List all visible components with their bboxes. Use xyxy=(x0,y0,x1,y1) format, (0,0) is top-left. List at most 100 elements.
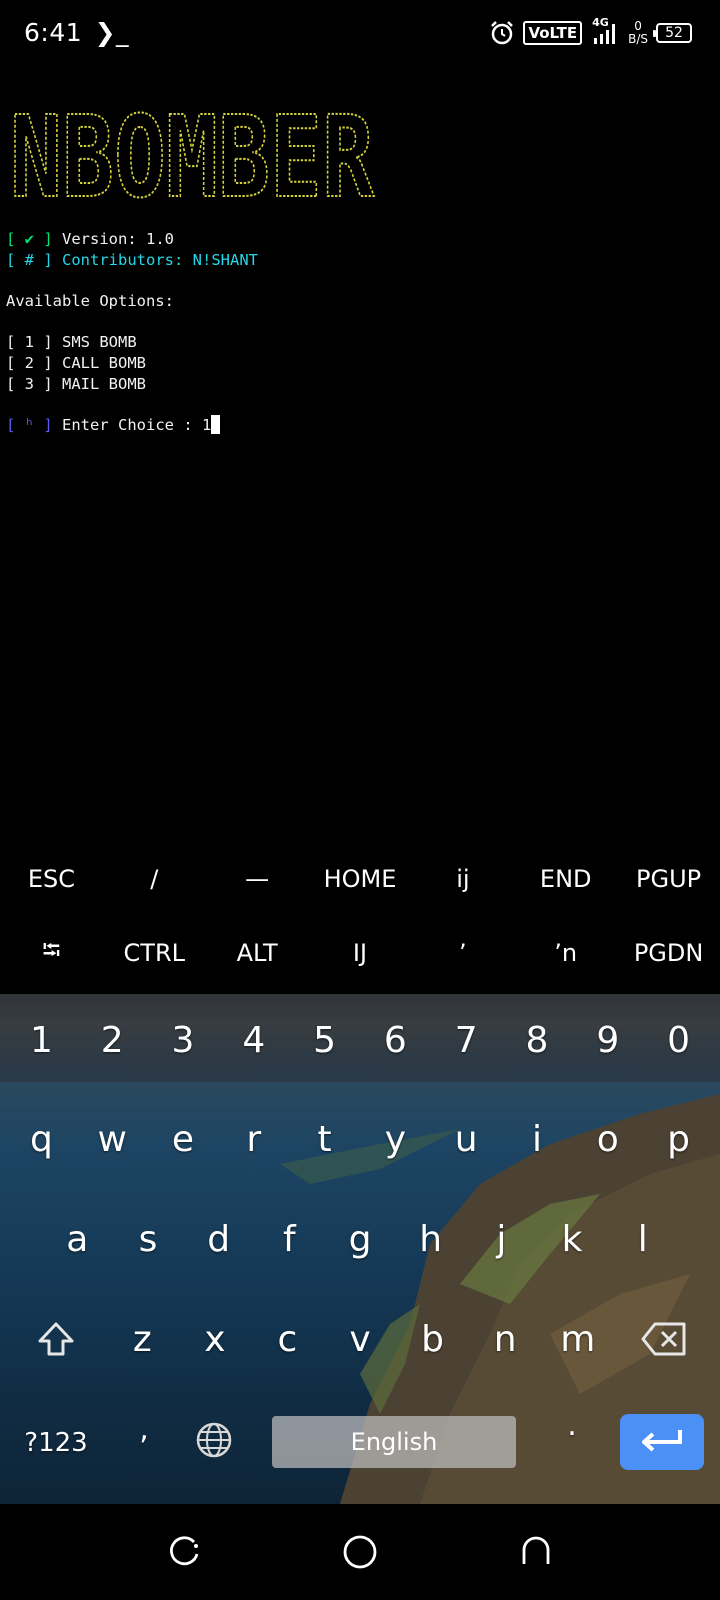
home-circle-icon xyxy=(343,1535,377,1569)
option-label: CALL BOMB xyxy=(62,354,147,373)
pgup-key[interactable]: PGUP xyxy=(617,865,720,893)
key-3[interactable]: 3 xyxy=(148,1020,219,1061)
alt-key[interactable]: ALT xyxy=(206,939,309,967)
key-p[interactable]: p xyxy=(643,1119,714,1160)
key-g[interactable]: g xyxy=(325,1219,396,1260)
key-v[interactable]: v xyxy=(324,1319,397,1360)
shift-key[interactable] xyxy=(6,1319,106,1359)
home-button[interactable] xyxy=(340,1532,380,1572)
key-f[interactable]: f xyxy=(254,1219,325,1260)
key-9[interactable]: 9 xyxy=(572,1020,643,1061)
globe-icon xyxy=(196,1422,232,1458)
backspace-icon xyxy=(641,1322,686,1356)
recents-icon xyxy=(170,1536,199,1566)
letter-row-2: a s d f g h j k l xyxy=(0,1196,720,1282)
left-arrow-key[interactable]: Ĳ xyxy=(309,939,412,967)
version-line: [ ✔ ] Version: 1.0 xyxy=(6,229,716,250)
key-5[interactable]: 5 xyxy=(289,1020,360,1061)
key-u[interactable]: u xyxy=(431,1119,502,1160)
key-n[interactable]: n xyxy=(469,1319,542,1360)
navigation-bar xyxy=(0,1504,720,1600)
key-z[interactable]: z xyxy=(106,1319,179,1360)
terminal-notification-icon: ❯_ xyxy=(94,18,130,47)
key-k[interactable]: k xyxy=(537,1219,608,1260)
letter-row-1: q w e r t y u i o p xyxy=(0,1096,720,1182)
key-b[interactable]: b xyxy=(396,1319,469,1360)
language-key[interactable] xyxy=(194,1420,238,1464)
key-d[interactable]: d xyxy=(183,1219,254,1260)
volte-badge: VoLTE xyxy=(523,21,583,45)
key-y[interactable]: y xyxy=(360,1119,431,1160)
option-tag: [ 3 ] xyxy=(6,374,53,393)
battery-icon: 52 xyxy=(653,23,692,43)
backspace-key[interactable] xyxy=(614,1321,714,1357)
enter-key[interactable] xyxy=(620,1414,704,1470)
prompt-text: Enter Choice : xyxy=(62,416,202,435)
option-line: [ 3 ] MAIL BOMB xyxy=(6,374,716,395)
key-6[interactable]: 6 xyxy=(360,1020,431,1061)
prompt-line[interactable]: [ ʰ ] Enter Choice : 1 xyxy=(6,415,716,436)
version-tag: [ ✔ ] xyxy=(6,230,53,248)
key-q[interactable]: q xyxy=(6,1119,77,1160)
extra-keys-row-2: ⭾ CTRL ALT Ĳ ʼ ʼn PGDN xyxy=(0,916,720,990)
key-m[interactable]: m xyxy=(541,1319,614,1360)
prompt-tag: [ ʰ ] xyxy=(6,416,53,435)
esc-key[interactable]: ESC xyxy=(0,865,103,893)
dash-key[interactable]: — xyxy=(206,865,309,893)
key-w[interactable]: w xyxy=(77,1119,148,1160)
recents-button[interactable] xyxy=(164,1532,204,1572)
key-r[interactable]: r xyxy=(218,1119,289,1160)
key-o[interactable]: o xyxy=(572,1119,643,1160)
key-e[interactable]: e xyxy=(148,1119,219,1160)
key-i[interactable]: i xyxy=(502,1119,573,1160)
key-t[interactable]: t xyxy=(289,1119,360,1160)
key-c[interactable]: c xyxy=(251,1319,324,1360)
end-key[interactable]: END xyxy=(514,865,617,893)
ctrl-key[interactable]: CTRL xyxy=(103,939,206,967)
key-x[interactable]: x xyxy=(179,1319,252,1360)
key-2[interactable]: 2 xyxy=(77,1020,148,1061)
version-text: Version: 1.0 xyxy=(62,230,174,248)
key-a[interactable]: a xyxy=(42,1219,113,1260)
key-1[interactable]: 1 xyxy=(6,1020,77,1061)
key-l[interactable]: l xyxy=(607,1219,678,1260)
status-icons: VoLTE 4G 0 B/S 52 xyxy=(489,16,692,50)
key-s[interactable]: s xyxy=(113,1219,184,1260)
extra-keys-row-1: ESC / — HOME ĳ END PGUP xyxy=(0,842,720,916)
key-4[interactable]: 4 xyxy=(218,1020,289,1061)
status-bar: 6:41 ❯_ VoLTE 4G 0 B/S 52 xyxy=(0,0,720,66)
up-arrow-key[interactable]: ĳ xyxy=(411,865,514,893)
key-8[interactable]: 8 xyxy=(502,1020,573,1061)
battery-level: 52 xyxy=(665,25,683,41)
prompt-input-value[interactable]: 1 xyxy=(202,416,211,434)
home-key[interactable]: HOME xyxy=(309,865,412,893)
option-tag: [ 1 ] xyxy=(6,333,53,352)
ascii-banner: NBOMBER xyxy=(9,92,375,224)
signal-icon: 4G xyxy=(590,16,620,46)
pgdn-key[interactable]: PGDN xyxy=(617,939,720,967)
tab-key[interactable]: ⭾ xyxy=(0,933,103,974)
terminal-output[interactable]: NBOMBER [ ✔ ] Version: 1.0 [ # ] Contrib… xyxy=(6,88,716,436)
key-j[interactable]: j xyxy=(466,1219,537,1260)
slash-key[interactable]: / xyxy=(103,865,206,893)
down-arrow-key[interactable]: ʼ xyxy=(411,939,514,967)
contributors-tag: [ # ] xyxy=(6,250,53,269)
banner-text: NBOMBER xyxy=(10,93,374,213)
key-7[interactable]: 7 xyxy=(431,1020,502,1061)
text-cursor xyxy=(211,415,221,435)
option-line: [ 1 ] SMS BOMB xyxy=(6,332,716,353)
comma-key[interactable]: , xyxy=(124,1412,164,1447)
right-arrow-key[interactable]: ʼn xyxy=(514,939,617,967)
key-0[interactable]: 0 xyxy=(643,1020,714,1061)
clock: 6:41 xyxy=(24,18,83,47)
back-button[interactable] xyxy=(516,1532,556,1572)
status-time: 6:41 ❯_ xyxy=(24,18,129,47)
space-key[interactable]: English xyxy=(272,1416,516,1468)
alarm-icon xyxy=(491,21,514,45)
period-key[interactable]: . xyxy=(552,1408,592,1443)
number-row: 1 2 3 4 5 6 7 8 9 0 xyxy=(0,1000,720,1080)
symbols-key[interactable]: ?123 xyxy=(18,1428,94,1458)
option-line: [ 2 ] CALL BOMB xyxy=(6,353,716,374)
key-h[interactable]: h xyxy=(395,1219,466,1260)
contributors-text: Contributors: N!SHANT xyxy=(62,250,258,269)
